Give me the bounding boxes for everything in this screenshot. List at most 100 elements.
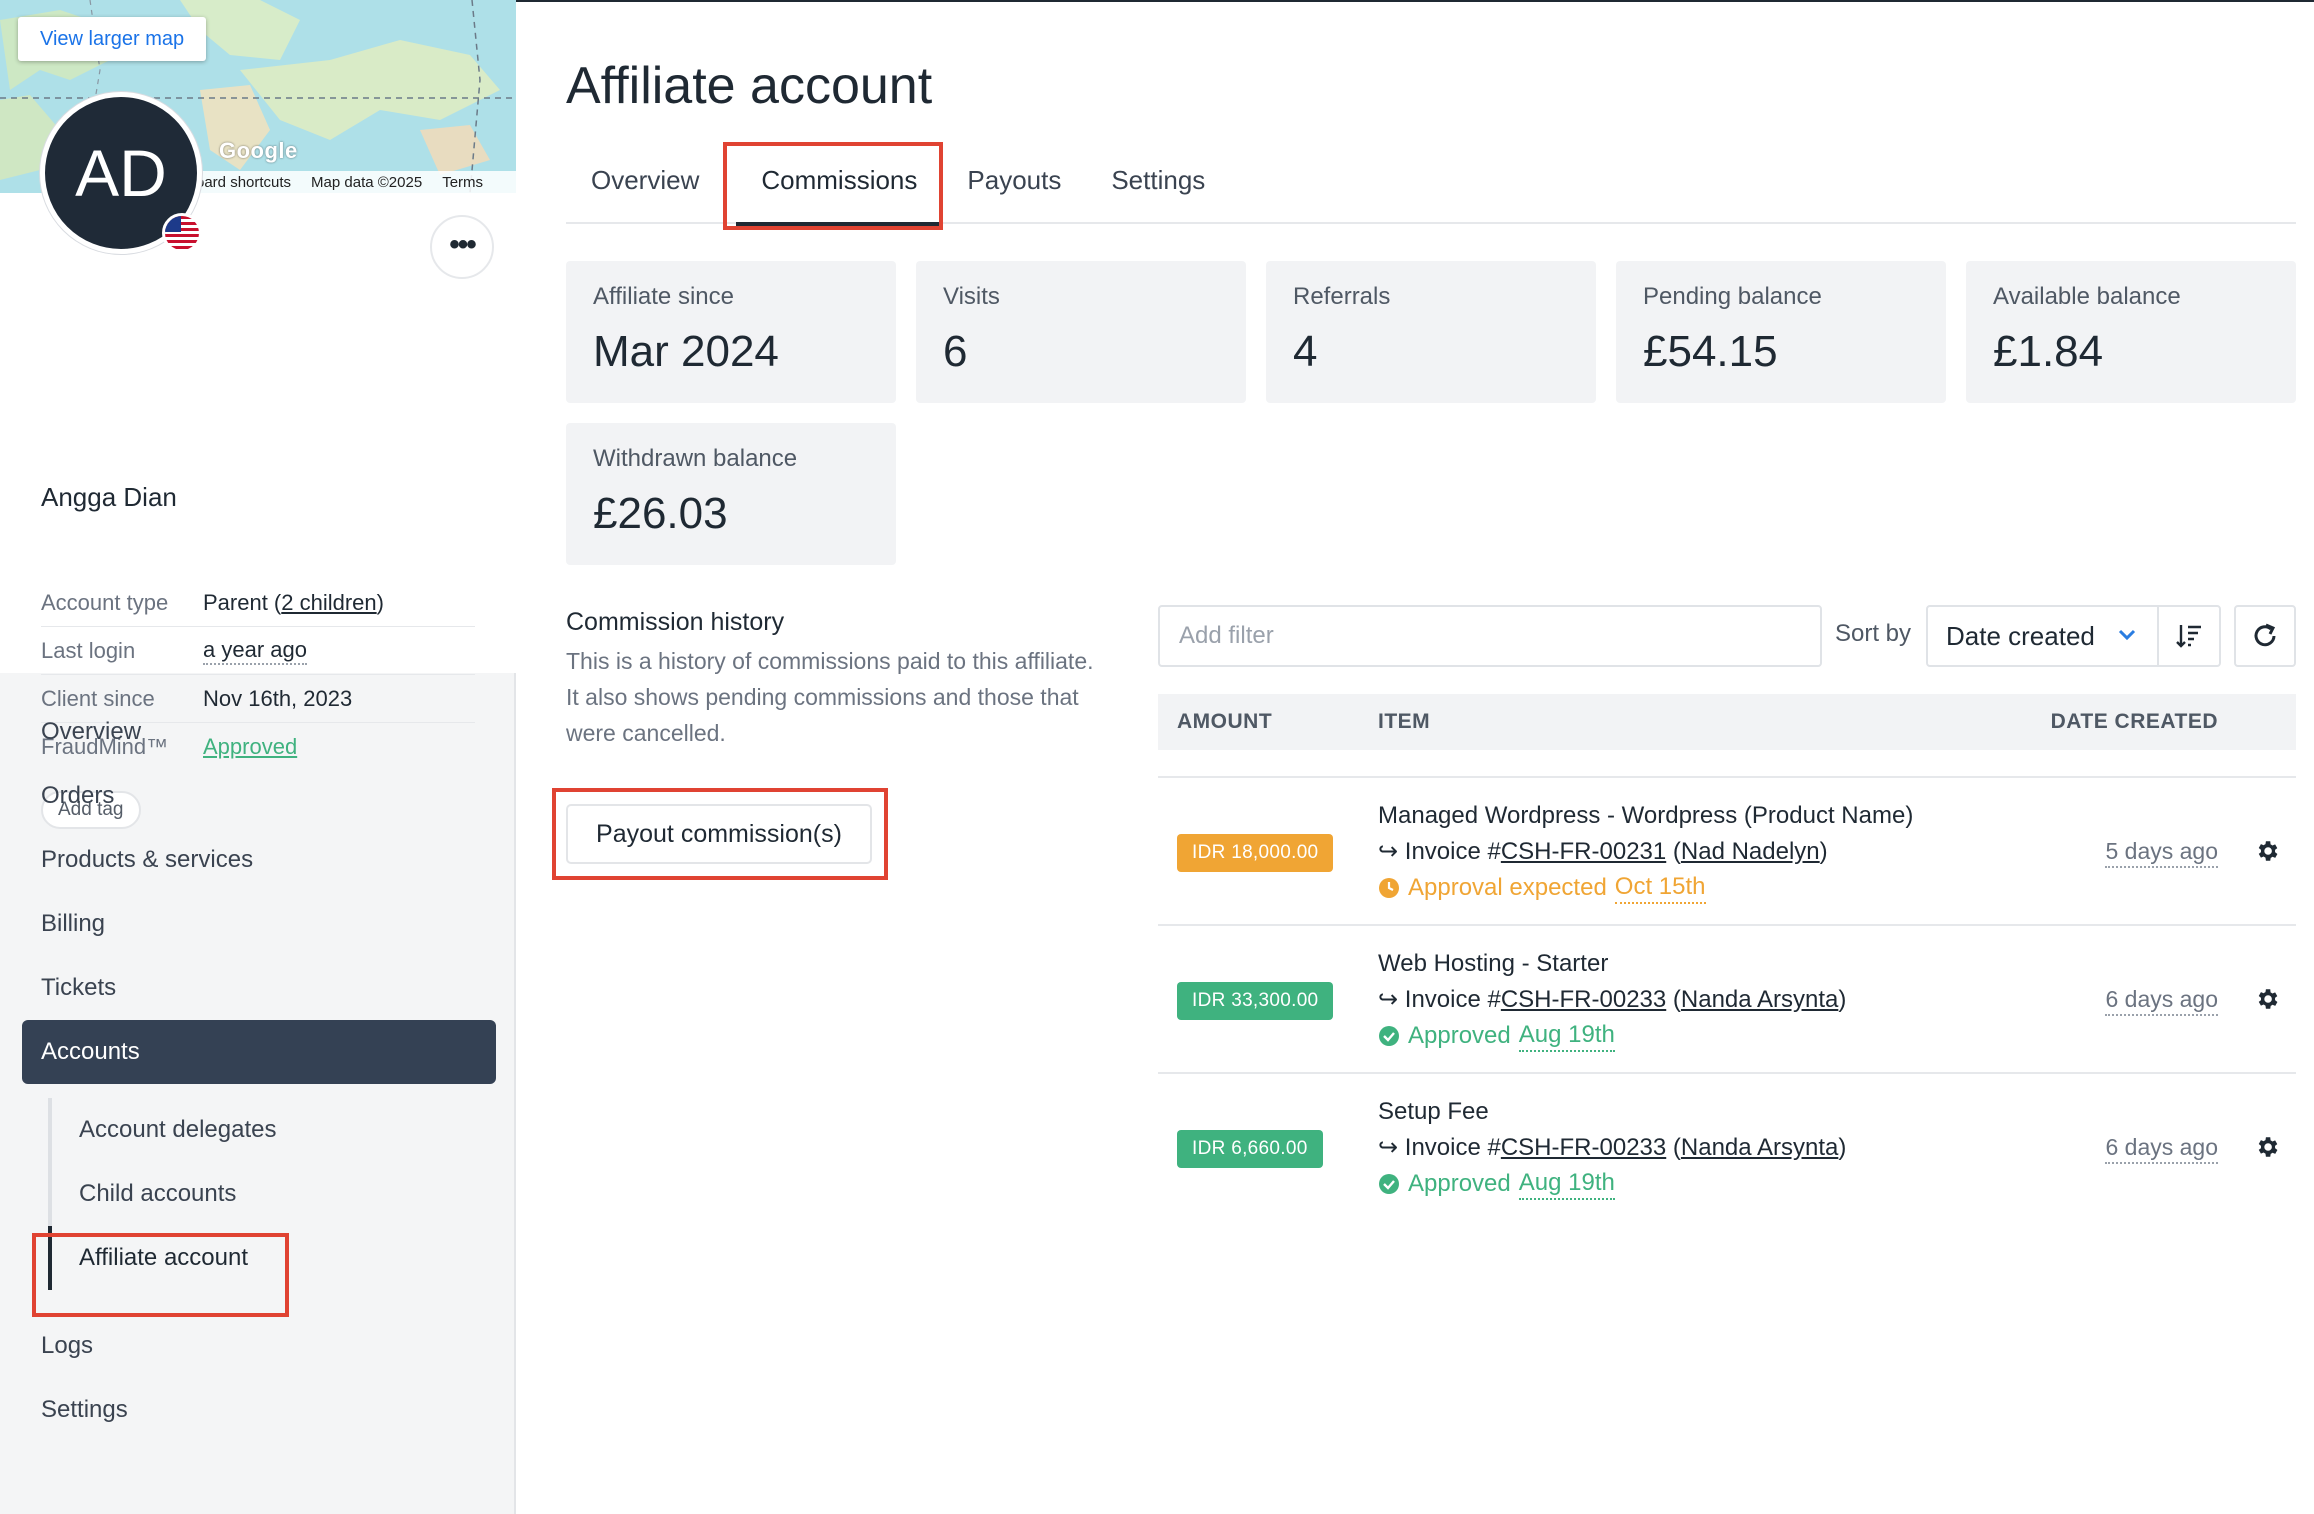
gear-icon[interactable]	[2254, 838, 2280, 864]
stat-value: 6	[943, 327, 968, 376]
column-header-amount[interactable]: AMOUNT	[1177, 694, 1272, 750]
table-header: AMOUNT ITEM DATE CREATED	[1158, 694, 2296, 750]
add-filter-input[interactable]: Add filter	[1158, 605, 1822, 667]
stat-label: Withdrawn balance	[593, 445, 798, 472]
client-link[interactable]: Nanda Arsynta	[1681, 986, 1838, 1013]
reply-arrow-icon: ↪	[1378, 986, 1405, 1013]
map-data-label: Map data ©2025	[311, 173, 423, 191]
table-row: IDR 6,660.00 Setup Fee ↪ Invoice #CSH-FR…	[1158, 1072, 2296, 1220]
stat-label: Referrals	[1293, 283, 1391, 310]
payout-commissions-button[interactable]: Payout commission(s)	[566, 804, 872, 864]
sort-select-value: Date created	[1946, 621, 2095, 651]
account-type-value: Parent (	[203, 589, 282, 615]
invoice-line: ↪ Invoice #CSH-FR-00233 (Nanda Arsynta)	[1378, 986, 1847, 1013]
children-link[interactable]: 2 children	[281, 590, 376, 615]
invoice-prefix: Invoice #	[1404, 1134, 1501, 1161]
invoice-link[interactable]: CSH-FR-00231	[1501, 838, 1666, 865]
tab-overview[interactable]: Overview	[566, 152, 724, 224]
stat-available-balance: Available balance £1.84	[1966, 261, 2296, 403]
status-text: Approved	[1408, 1170, 1511, 1197]
stat-pending-balance: Pending balance £54.15	[1616, 261, 1946, 403]
terms-link[interactable]: Terms	[442, 174, 483, 191]
sort-direction-button[interactable]	[2157, 605, 2221, 667]
gear-icon[interactable]	[2254, 1134, 2280, 1160]
stat-value: Mar 2024	[593, 327, 779, 376]
subnav-account-delegates[interactable]: Account delegates	[52, 1098, 516, 1162]
date-created: 6 days ago	[2105, 1132, 2218, 1164]
last-login-value: a year ago	[203, 637, 307, 665]
status-text: Approval expected	[1408, 874, 1607, 901]
invoice-prefix: Invoice #	[1404, 838, 1501, 865]
stat-label: Pending balance	[1643, 283, 1822, 310]
nav-item-logs[interactable]: Logs	[0, 1314, 516, 1378]
stat-label: Affiliate since	[593, 283, 734, 310]
status-line: Approval expected Oct 15th	[1378, 870, 1913, 906]
us-flag-icon	[162, 213, 202, 253]
stat-label: Available balance	[1993, 283, 2181, 310]
info-row-last-login: Last login a year ago	[41, 627, 475, 675]
amount-badge: IDR 6,660.00	[1177, 1130, 1323, 1168]
table-row: IDR 33,300.00 Web Hosting - Starter ↪ In…	[1158, 924, 2296, 1072]
subnav-affiliate-account[interactable]: Affiliate account	[48, 1226, 516, 1290]
tab-settings[interactable]: Settings	[1086, 152, 1230, 224]
amount-badge: IDR 33,300.00	[1177, 982, 1334, 1020]
item-name: Managed Wordpress - Wordpress (Product N…	[1378, 802, 1914, 829]
sort-select[interactable]: Date created	[1926, 605, 2159, 667]
google-logo: Google	[219, 138, 298, 163]
page-title: Affiliate account	[566, 57, 933, 115]
check-circle-icon	[1379, 1026, 1399, 1046]
stat-referrals: Referrals 4	[1266, 261, 1596, 403]
status-line: Approved Aug 19th	[1378, 1166, 1846, 1202]
sort-descending-icon	[2176, 625, 2201, 648]
column-header-date-created[interactable]: DATE CREATED	[2051, 694, 2218, 750]
item-cell: Setup Fee ↪ Invoice #CSH-FR-00233 (Nanda…	[1378, 1094, 1846, 1202]
stat-value: 4	[1293, 327, 1318, 376]
clock-icon	[1379, 878, 1399, 898]
more-horizontal-icon: •••	[449, 228, 476, 261]
stat-affiliate-since: Affiliate since Mar 2024	[566, 261, 896, 403]
table-row: IDR 18,000.00 Managed Wordpress - Wordpr…	[1158, 776, 2296, 924]
stat-withdrawn-balance: Withdrawn balance £26.03	[566, 423, 896, 565]
tab-payouts[interactable]: Payouts	[942, 152, 1086, 224]
account-nav: Overview Orders Products & services Bill…	[0, 700, 516, 1442]
status-date: Aug 19th	[1518, 1168, 1615, 1200]
keyboard-shortcuts-link[interactable]: oard shortcuts	[196, 174, 291, 191]
refresh-button[interactable]	[2234, 605, 2296, 667]
status-text: Approved	[1408, 1022, 1511, 1049]
more-options-button[interactable]: •••	[430, 215, 494, 279]
client-link[interactable]: Nad Nadelyn	[1681, 838, 1820, 865]
user-name: Angga Dian	[41, 482, 177, 512]
chevron-down-icon	[2117, 607, 2137, 687]
nav-item-accounts[interactable]: Accounts	[22, 1020, 496, 1084]
stat-value: £1.84	[1993, 327, 2104, 376]
accounts-subnav: Account delegates Child accounts Affilia…	[48, 1098, 516, 1290]
nav-item-tickets[interactable]: Tickets	[0, 956, 516, 1020]
tab-commissions[interactable]: Commissions	[736, 152, 943, 226]
subnav-child-accounts[interactable]: Child accounts	[52, 1162, 516, 1226]
info-label: Last login	[41, 637, 136, 663]
info-label: Account type	[41, 589, 169, 615]
client-link[interactable]: Nanda Arsynta	[1681, 1134, 1838, 1161]
view-larger-map-link[interactable]: View larger map	[18, 17, 207, 61]
refresh-icon	[2254, 623, 2276, 647]
invoice-link[interactable]: CSH-FR-00233	[1501, 986, 1666, 1013]
invoice-link[interactable]: CSH-FR-00233	[1501, 1134, 1666, 1161]
column-header-item[interactable]: ITEM	[1378, 694, 1430, 750]
top-border	[516, 0, 2314, 2]
item-name: Web Hosting - Starter	[1378, 950, 1609, 977]
tab-bar: Overview Commissions Payouts Settings	[566, 152, 2296, 226]
date-created: 6 days ago	[2105, 984, 2218, 1016]
reply-arrow-icon: ↪	[1378, 838, 1405, 865]
item-cell: Web Hosting - Starter ↪ Invoice #CSH-FR-…	[1378, 946, 1846, 1054]
nav-item-orders[interactable]: Orders	[0, 764, 516, 828]
check-circle-icon	[1379, 1174, 1399, 1194]
info-value: Parent (2 children)	[203, 590, 384, 616]
nav-item-overview[interactable]: Overview	[0, 700, 516, 764]
info-row-account-type: Account type Parent (2 children)	[41, 579, 475, 627]
nav-item-settings[interactable]: Settings	[0, 1378, 516, 1442]
nav-item-billing[interactable]: Billing	[0, 892, 516, 956]
date-created: 5 days ago	[2105, 836, 2218, 868]
gear-icon[interactable]	[2254, 986, 2280, 1012]
stat-value: £54.15	[1643, 327, 1778, 376]
nav-item-products-services[interactable]: Products & services	[0, 828, 516, 892]
